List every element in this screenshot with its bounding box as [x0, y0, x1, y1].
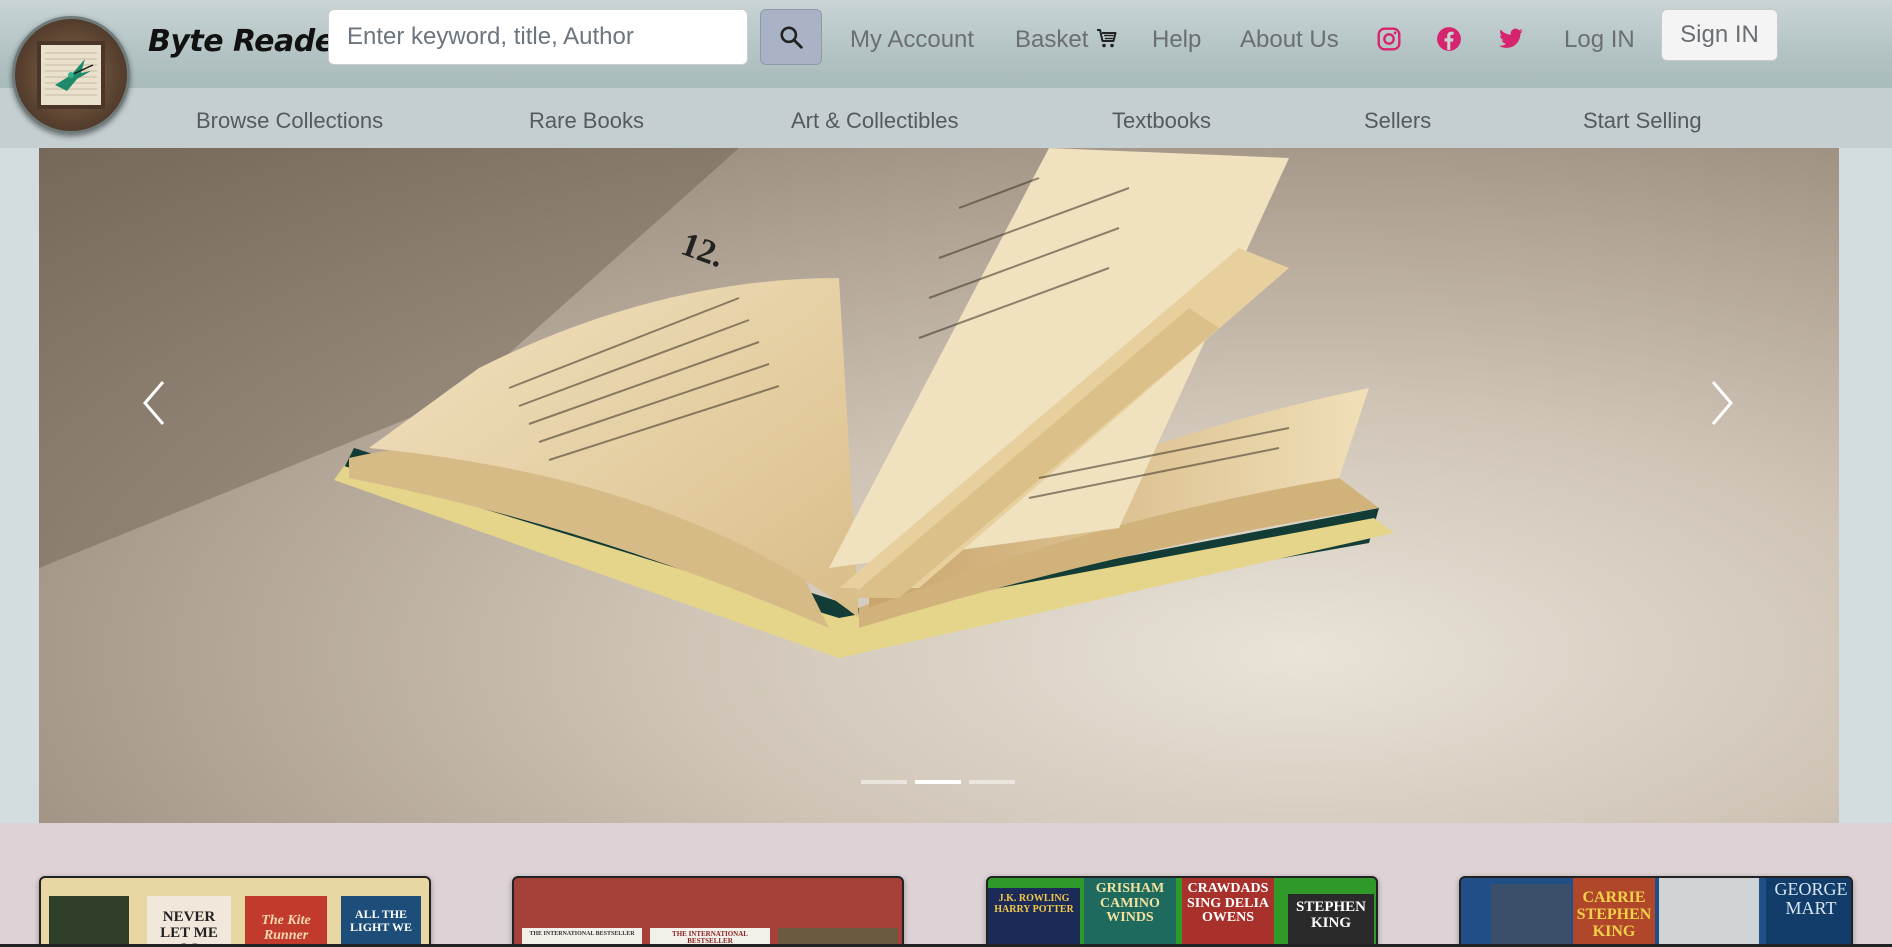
- book-cover: J.K. ROWLING HARRY POTTER: [988, 888, 1080, 947]
- carousel-indicator-active[interactable]: [915, 780, 961, 784]
- carousel-prev-icon[interactable]: [137, 378, 173, 428]
- book-cover: [1659, 878, 1759, 947]
- category-navbar: Browse Collections Rare Books Art & Coll…: [0, 88, 1892, 148]
- log-in-link[interactable]: Log IN: [1564, 26, 1635, 54]
- book-cover: [1491, 884, 1571, 947]
- book-cover: [49, 896, 129, 947]
- book-cover: GRISHAM CAMINO WINDS: [1084, 878, 1176, 947]
- collection-card[interactable]: CARRIE STEPHEN KING GEORGE MART: [1459, 876, 1853, 947]
- top-navbar: Byte Reader My Account Basket Help About…: [0, 0, 1892, 88]
- carousel-indicator[interactable]: [861, 780, 907, 784]
- book-cover: CRAWDADS SING DELIA OWENS: [1182, 878, 1274, 947]
- svg-text:12.: 12.: [676, 226, 729, 275]
- cart-icon: [1097, 29, 1117, 48]
- subnav-start-selling[interactable]: Start Selling: [1583, 108, 1702, 134]
- collection-card[interactable]: THE INTERNATIONAL BESTSELLER THE INTERNA…: [512, 876, 904, 947]
- book-cover: STEPHEN KING: [1288, 894, 1374, 947]
- my-account-link[interactable]: My Account: [850, 26, 974, 54]
- subnav-browse-collections[interactable]: Browse Collections: [196, 108, 383, 134]
- subnav-rare-books[interactable]: Rare Books: [529, 108, 644, 134]
- collection-card[interactable]: NEVER LET ME GO The Kite Runner ALL THE …: [39, 876, 431, 947]
- collection-card[interactable]: J.K. ROWLING HARRY POTTER GRISHAM CAMINO…: [986, 876, 1378, 947]
- book-cover: The Kite Runner: [245, 896, 327, 947]
- book-cover: NEVER LET ME GO: [147, 896, 231, 947]
- search-icon: [780, 26, 803, 49]
- logo[interactable]: [12, 16, 130, 134]
- book-cover: CARRIE STEPHEN KING: [1573, 878, 1655, 947]
- search-button[interactable]: [760, 9, 822, 65]
- carousel-indicators: [861, 780, 1015, 784]
- sign-in-button[interactable]: Sign IN: [1661, 9, 1778, 61]
- carousel-next-icon[interactable]: [1703, 378, 1739, 428]
- subnav-sellers[interactable]: Sellers: [1364, 108, 1431, 134]
- carousel-indicator[interactable]: [969, 780, 1015, 784]
- instagram-icon[interactable]: [1376, 26, 1402, 52]
- about-us-link[interactable]: About Us: [1240, 26, 1339, 54]
- brand-name[interactable]: Byte Reader: [148, 24, 349, 59]
- subnav-textbooks[interactable]: Textbooks: [1112, 108, 1211, 134]
- subnav-art-collectibles[interactable]: Art & Collectibles: [791, 108, 959, 134]
- help-link[interactable]: Help: [1152, 26, 1201, 54]
- open-book-image: 12.: [39, 148, 1394, 658]
- hero-carousel[interactable]: 12.: [39, 148, 1839, 823]
- book-cover: GEORGE MART: [1766, 878, 1851, 947]
- facebook-icon[interactable]: [1436, 26, 1462, 52]
- hummingbird-icon: [37, 41, 105, 109]
- twitter-icon[interactable]: [1498, 26, 1524, 52]
- search-input[interactable]: [328, 9, 748, 65]
- basket-label: Basket: [1015, 26, 1089, 53]
- basket-link[interactable]: Basket: [1015, 26, 1119, 54]
- book-cover: ALL THE LIGHT WE: [341, 896, 421, 947]
